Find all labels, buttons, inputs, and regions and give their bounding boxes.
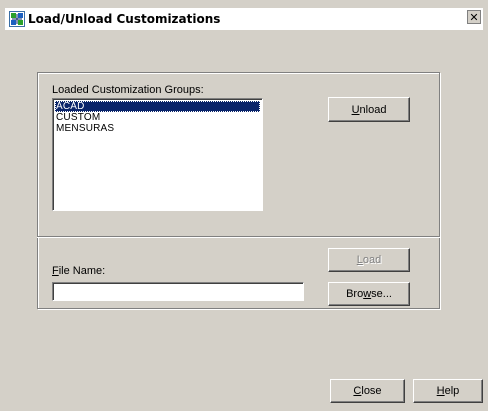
help-button[interactable]: Help — [413, 379, 483, 403]
list-item[interactable]: CUSTOM — [55, 112, 260, 123]
dialog-title: Load/Unload Customizations — [28, 12, 221, 26]
title-bar[interactable]: Load/Unload Customizations ✕ — [5, 8, 483, 30]
load-button[interactable]: Load — [328, 248, 410, 272]
file-name-input[interactable] — [52, 282, 304, 301]
unload-button[interactable]: Unload — [328, 97, 410, 122]
close-button[interactable]: Close — [330, 379, 405, 403]
group-divider — [37, 236, 440, 238]
close-icon[interactable]: ✕ — [467, 10, 481, 24]
loaded-groups-label: Loaded Customization Groups: — [52, 84, 204, 96]
app-icon — [9, 11, 25, 27]
customization-groups-list[interactable]: ACAD CUSTOM MENSURAS — [52, 98, 263, 211]
file-name-label: File Name: — [52, 265, 106, 277]
list-item[interactable]: MENSURAS — [55, 123, 260, 134]
browse-button[interactable]: Bro w se... — [328, 282, 410, 306]
list-item[interactable]: ACAD — [55, 101, 260, 112]
load-unload-customizations-dialog: Load/Unload Customizations ✕ Loaded Cust… — [0, 0, 488, 411]
